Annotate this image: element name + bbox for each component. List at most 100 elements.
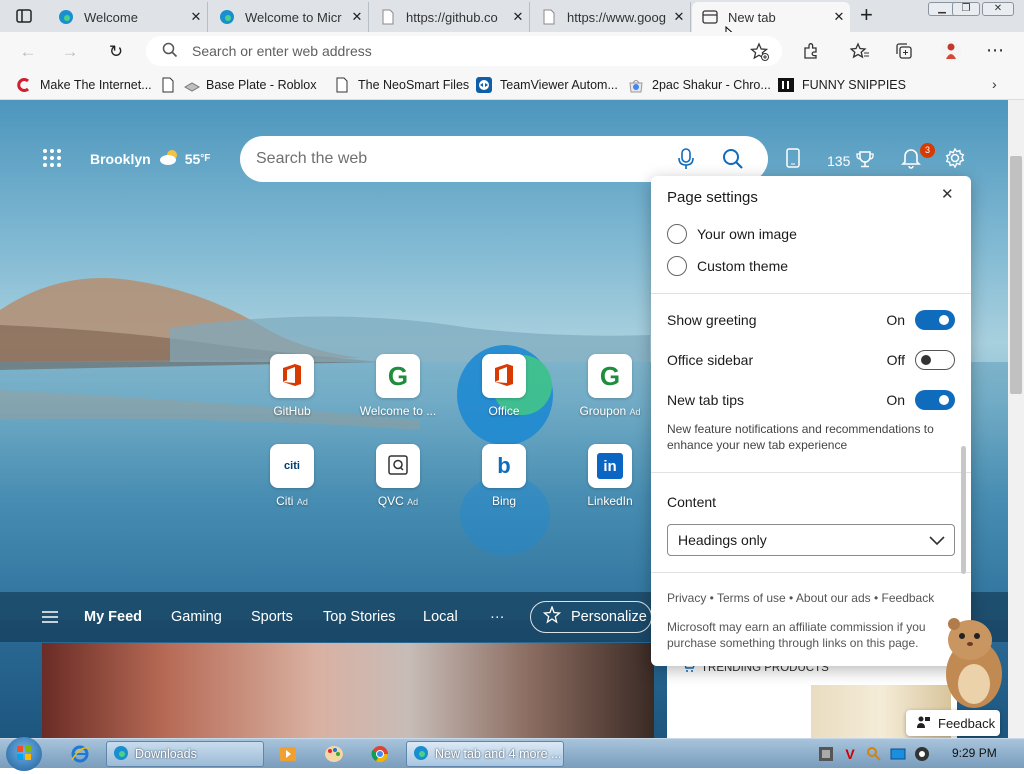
- privacy-link[interactable]: Privacy: [667, 591, 706, 605]
- internet-explorer-icon[interactable]: [70, 744, 90, 764]
- trophy-icon: [856, 150, 875, 171]
- close-tab-icon[interactable]: ✕: [828, 9, 850, 25]
- favorite-label: FUNNY SNIPPIES: [802, 78, 906, 92]
- favorite-make-the-internet[interactable]: Make The Internet...: [16, 76, 152, 94]
- favorite-base-plate[interactable]: Base Plate - Roblox: [160, 76, 316, 94]
- weather-widget[interactable]: Brooklyn 55 °F: [90, 148, 210, 169]
- close-tab-icon[interactable]: ✕: [346, 9, 368, 25]
- address-input[interactable]: Search or enter web address: [146, 36, 782, 66]
- favorite-label: The NeoSmart Files: [358, 78, 470, 92]
- quick-link-bing[interactable]: b: [482, 444, 526, 488]
- mobile-device-icon[interactable]: [786, 148, 800, 171]
- microphone-icon[interactable]: [678, 148, 694, 175]
- office-icon: [281, 363, 303, 390]
- quick-link-office[interactable]: [482, 354, 526, 398]
- quick-link-qvc[interactable]: [376, 444, 420, 488]
- setting-new-tab-tips: New tab tips On: [667, 389, 955, 411]
- favorite-2pac-shakur[interactable]: 2pac Shakur - Chro...: [628, 76, 771, 94]
- hamburger-menu-icon[interactable]: [42, 611, 58, 626]
- tray-network-icon[interactable]: [888, 744, 908, 764]
- tray-search-icon[interactable]: [864, 744, 884, 764]
- extensions-icon[interactable]: [802, 42, 820, 63]
- search-icon[interactable]: [722, 148, 744, 175]
- refresh-button[interactable]: ↻: [104, 40, 128, 64]
- windows-start-button[interactable]: [6, 737, 42, 771]
- close-tab-icon[interactable]: ✕: [185, 9, 207, 25]
- tab-actions-icon[interactable]: [16, 8, 32, 24]
- close-window-button[interactable]: ✕: [982, 2, 1014, 16]
- taskbar-item-label: Downloads: [135, 747, 197, 761]
- feedback-button[interactable]: Feedback: [906, 710, 1000, 736]
- more-options-icon[interactable]: ⋯: [986, 40, 1004, 61]
- tab-new-tab[interactable]: New tab ✕: [692, 2, 850, 32]
- rewards-points[interactable]: 135: [827, 150, 875, 171]
- quick-link-groupon[interactable]: G: [588, 354, 632, 398]
- quick-link-label: LinkedIn: [587, 494, 633, 508]
- close-tab-icon[interactable]: ✕: [507, 9, 529, 25]
- feedback-label: Feedback: [938, 715, 996, 731]
- close-tab-icon[interactable]: ✕: [668, 9, 690, 25]
- media-player-icon[interactable]: [278, 744, 298, 764]
- setting-label: Show greeting: [667, 312, 757, 328]
- quick-link-welcome[interactable]: G: [376, 354, 420, 398]
- favorite-neosmart-files[interactable]: The NeoSmart Files: [334, 76, 469, 94]
- feedback-link[interactable]: Feedback: [882, 591, 935, 605]
- tab-welcome[interactable]: Welcome ✕: [48, 2, 208, 32]
- edge-icon: [219, 9, 235, 25]
- office-sidebar-toggle[interactable]: [915, 350, 955, 370]
- back-button[interactable]: ←: [16, 40, 40, 64]
- show-greeting-toggle[interactable]: [915, 310, 955, 330]
- collections-icon[interactable]: [895, 42, 913, 63]
- new-tab-button[interactable]: +: [860, 4, 882, 28]
- profile-avatar[interactable]: [940, 40, 962, 65]
- taskbar-edge-new-tab[interactable]: New tab and 4 more ...: [406, 741, 564, 767]
- feed-tab-my-feed[interactable]: My Feed: [84, 609, 142, 625]
- feed-more-button[interactable]: ···: [490, 609, 505, 625]
- notification-badge: 3: [920, 143, 935, 158]
- quick-link-github[interactable]: [270, 354, 314, 398]
- radio-custom-theme[interactable]: Custom theme: [667, 256, 788, 276]
- content-dropdown[interactable]: Headings only: [667, 524, 955, 556]
- feed-tab-sports[interactable]: Sports: [251, 609, 293, 625]
- notifications-bell-icon[interactable]: [900, 147, 922, 172]
- tab-github[interactable]: https://github.co ✕: [370, 2, 530, 32]
- feed-tab-gaming[interactable]: Gaming: [171, 609, 222, 625]
- tray-v-icon[interactable]: V: [840, 744, 860, 764]
- radio-your-own-image[interactable]: Your own image: [667, 224, 797, 244]
- tab-google[interactable]: https://www.goog ✕: [531, 2, 691, 32]
- chevron-right-icon[interactable]: ›: [992, 76, 997, 92]
- new-tab-tips-toggle[interactable]: [915, 390, 955, 410]
- terms-of-use-link[interactable]: Terms of use: [717, 591, 786, 605]
- maximize-button[interactable]: ❐: [952, 2, 980, 16]
- taskbar-clock[interactable]: 9:29 PM: [952, 746, 997, 760]
- favorites-icon[interactable]: [849, 42, 870, 63]
- radio-button[interactable]: [667, 256, 687, 276]
- favorite-funny-snippies[interactable]: FUNNY SNIPPIES: [778, 76, 906, 94]
- chrome-icon[interactable]: [370, 744, 390, 764]
- apps-launcher-icon[interactable]: [42, 148, 62, 171]
- add-favorite-icon[interactable]: [749, 42, 770, 65]
- tray-app-icon[interactable]: [816, 744, 836, 764]
- radio-button[interactable]: [667, 224, 687, 244]
- content-dropdown-value: Headings only: [678, 532, 767, 548]
- tab-welcome-to-microsoft[interactable]: Welcome to Micr ✕: [209, 2, 369, 32]
- close-icon[interactable]: ✕: [941, 185, 954, 203]
- feed-tab-local[interactable]: Local: [423, 609, 458, 625]
- taskbar-downloads[interactable]: Downloads: [106, 741, 264, 767]
- favorite-label: Make The Internet...: [40, 78, 152, 92]
- page-scrollbar-thumb[interactable]: [1010, 156, 1022, 394]
- divider: [651, 572, 971, 573]
- favorite-teamviewer[interactable]: TeamViewer Autom...: [476, 76, 618, 94]
- quick-link-linkedin[interactable]: in: [588, 444, 632, 488]
- panel-scrollbar[interactable]: [961, 446, 966, 574]
- forward-button[interactable]: →: [58, 40, 82, 64]
- about-our-ads-link[interactable]: About our ads: [796, 591, 871, 605]
- tray-obs-icon[interactable]: [912, 744, 932, 764]
- feed-tab-top-stories[interactable]: Top Stories: [323, 609, 396, 625]
- settings-gear-icon[interactable]: [944, 147, 966, 172]
- feed-article-image[interactable]: [42, 643, 654, 738]
- personalize-button[interactable]: Personalize: [530, 601, 652, 633]
- radio-label: Your own image: [697, 226, 797, 242]
- quick-link-citi[interactable]: citi: [270, 444, 314, 488]
- paint-icon[interactable]: [324, 744, 344, 764]
